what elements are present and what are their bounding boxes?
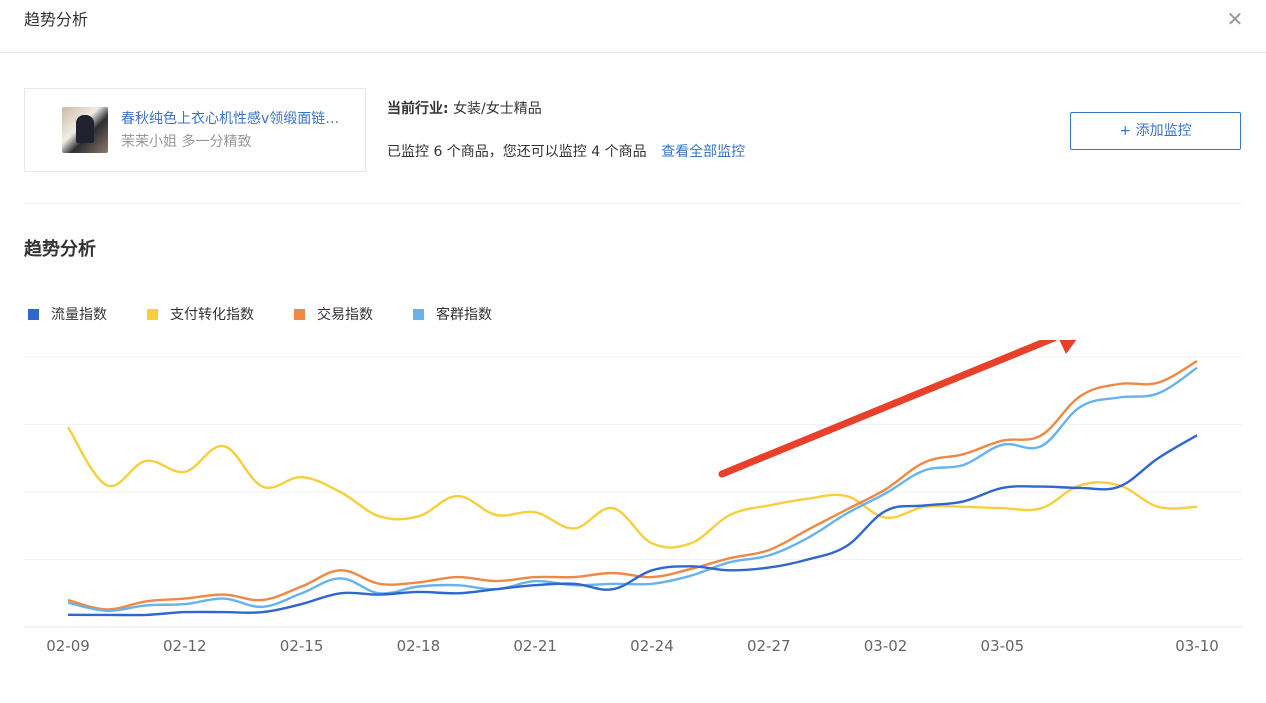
legend-label: 流量指数 — [51, 307, 107, 323]
product-thumbnail[interactable] — [62, 107, 108, 153]
product-card[interactable]: 春秋纯色上衣心机性感v领缎面链… 茉茉小姐 多一分精致 — [24, 88, 366, 172]
industry-label: 当前行业: — [387, 101, 449, 117]
close-icon[interactable]: ✕ — [1224, 8, 1246, 30]
monitor-count-text: 已监控 6 个商品，您还可以监控 4 个商品 — [387, 144, 647, 160]
x-tick-label: 02-09 — [46, 637, 90, 655]
x-tick-label: 02-27 — [747, 637, 791, 655]
monitor-info: 已监控 6 个商品，您还可以监控 4 个商品 查看全部监控 — [387, 141, 745, 161]
legend-item-customer[interactable]: 客群指数 — [413, 304, 492, 324]
industry-value: 女装/女士精品 — [453, 101, 542, 117]
legend-label: 支付转化指数 — [170, 307, 254, 323]
trend-chart: 02-09 02-12 02-15 02-18 02-21 02-24 02-27 03-02… — [24, 340, 1242, 655]
x-tick-label: 03-10 — [1175, 637, 1219, 655]
legend-label: 交易指数 — [317, 307, 373, 323]
x-tick-label: 03-05 — [981, 637, 1025, 655]
trend-arrow-head — [1059, 340, 1077, 354]
x-tick-label: 02-18 — [397, 637, 441, 655]
legend-item-payment-conversion[interactable]: 支付转化指数 — [147, 304, 254, 324]
legend-swatch — [28, 308, 39, 320]
add-monitor-button[interactable]: + 添加监控 — [1070, 112, 1241, 150]
x-tick-label: 02-24 — [630, 637, 674, 655]
legend-label: 客群指数 — [436, 307, 492, 323]
trend-arrow-shaft — [718, 340, 1057, 478]
modal-header: 趋势分析 ✕ — [0, 0, 1266, 53]
legend-item-traffic[interactable]: 流量指数 — [28, 304, 107, 324]
x-tick-label: 02-15 — [280, 637, 324, 655]
x-tick-label: 02-21 — [513, 637, 557, 655]
product-name-link[interactable]: 春秋纯色上衣心机性感v领缎面链… — [121, 108, 357, 128]
legend-swatch — [147, 308, 158, 320]
divider — [24, 203, 1242, 204]
modal-title: 趋势分析 — [24, 10, 89, 29]
x-tick-label: 02-12 — [163, 637, 207, 655]
chart-legend: 流量指数 支付转化指数 交易指数 客群指数 — [28, 304, 532, 324]
legend-swatch — [294, 308, 305, 320]
legend-swatch — [413, 308, 424, 320]
current-industry: 当前行业: 女装/女士精品 — [387, 98, 542, 118]
view-all-monitors-link[interactable]: 查看全部监控 — [661, 144, 745, 160]
product-shop: 茉茉小姐 多一分精致 — [121, 134, 252, 150]
section-title: 趋势分析 — [24, 239, 96, 260]
x-tick-label: 03-02 — [864, 637, 908, 655]
legend-item-transaction[interactable]: 交易指数 — [294, 304, 373, 324]
